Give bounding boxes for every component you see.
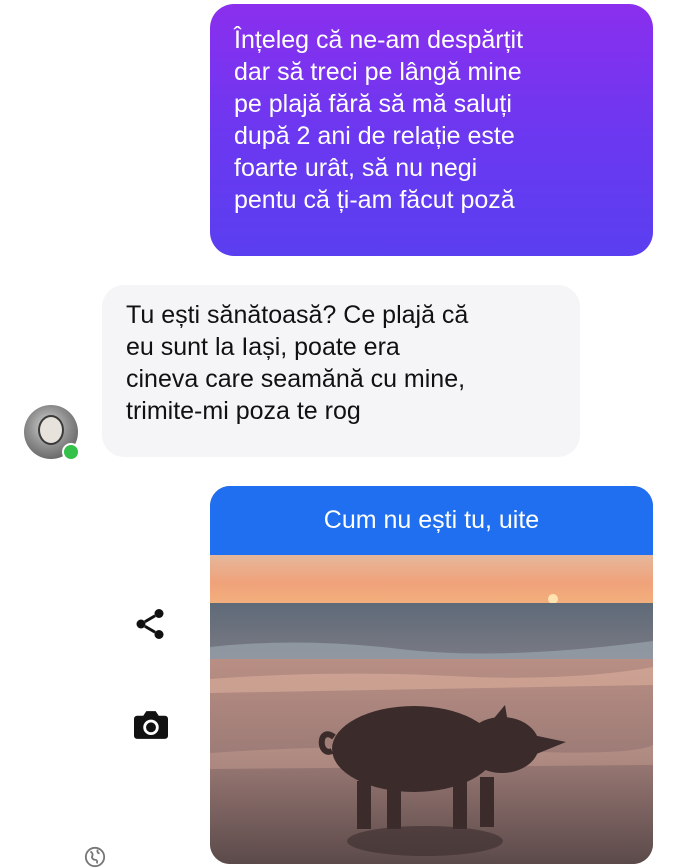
- contact-avatar[interactable]: [24, 405, 80, 461]
- sent-message-bubble[interactable]: Înțeleg că ne-am despărțit dar să treci …: [210, 4, 653, 256]
- photo-caption: Cum nu ești tu, uite: [210, 486, 653, 555]
- avatar-face: [38, 415, 64, 445]
- share-icon[interactable]: [131, 605, 169, 643]
- camera-icon[interactable]: [132, 708, 170, 742]
- received-message-text: Tu ești sănătoasă? Ce plajă că eu sunt l…: [126, 301, 469, 425]
- globe-icon: [84, 846, 106, 868]
- sent-message-text: Înțeleg că ne-am despărțit dar să treci …: [234, 26, 524, 214]
- photo-message[interactable]: Cum nu ești tu, uite: [210, 486, 653, 864]
- beach-pig-photo: [210, 555, 653, 864]
- received-message-bubble[interactable]: Tu ești sănătoasă? Ce plajă că eu sunt l…: [102, 285, 580, 457]
- online-status-indicator: [62, 443, 80, 461]
